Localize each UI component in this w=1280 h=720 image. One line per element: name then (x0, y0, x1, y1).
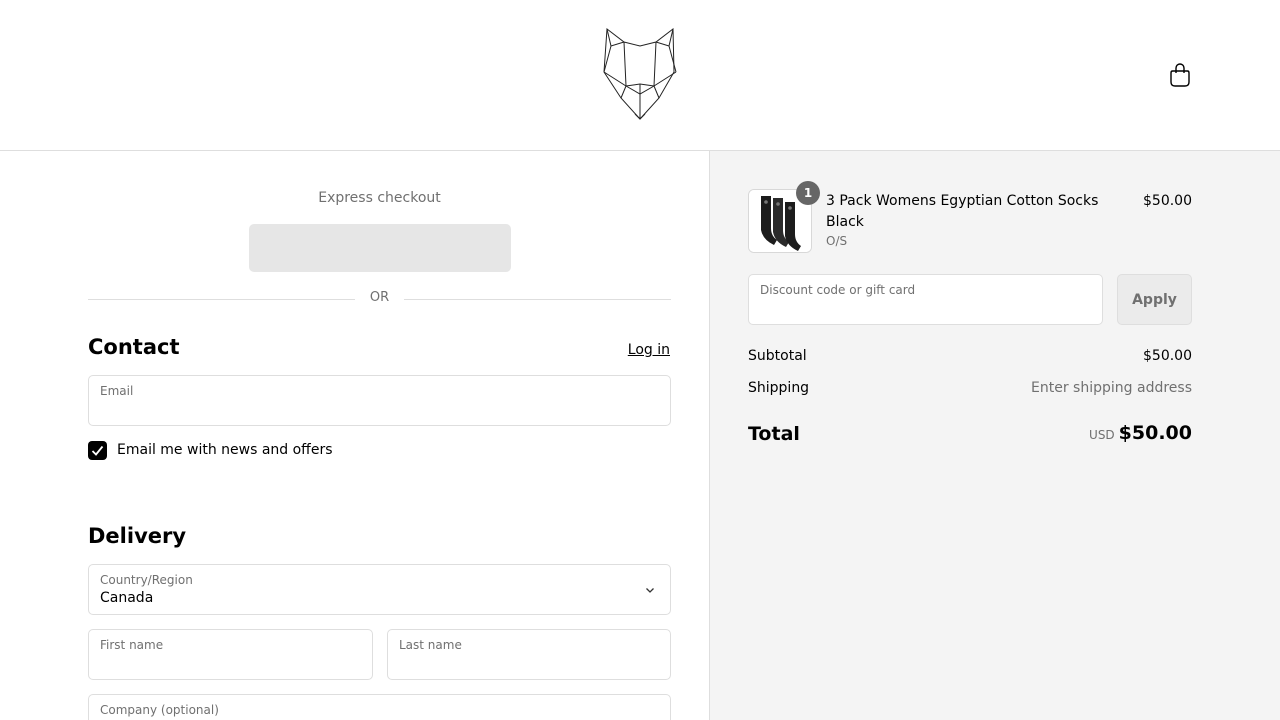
divider-line-right (404, 299, 671, 300)
site-header (0, 0, 1280, 151)
product-variant: O/S (826, 234, 848, 248)
currency-code: USD (1089, 428, 1115, 442)
express-checkout-title: Express checkout (318, 190, 441, 206)
quantity-badge: 1 (796, 181, 820, 205)
subtotal-value: $50.00 (1143, 348, 1192, 364)
last-name-label: Last name (399, 638, 462, 652)
checkmark-icon (91, 445, 104, 456)
chevron-down-icon (646, 588, 654, 593)
wolf-head-logo[interactable] (602, 26, 678, 124)
product-name: 3 Pack Womens Egyptian Cotton Socks Blac… (826, 193, 1099, 230)
company-label: Company (optional) (100, 703, 219, 717)
product-price: $50.00 (1143, 193, 1192, 209)
discount-code-field[interactable]: Discount code or gift card (748, 274, 1103, 325)
first-name-field[interactable]: First name (88, 629, 373, 680)
total-value: $50.00 (1118, 422, 1192, 444)
email-field[interactable]: Email (88, 375, 671, 426)
delivery-heading: Delivery (88, 524, 187, 548)
express-checkout-button[interactable] (249, 224, 511, 272)
shopping-bag-icon[interactable] (1168, 62, 1192, 88)
company-field[interactable]: Company (optional) (88, 694, 671, 720)
country-label: Country/Region (100, 573, 193, 587)
country-select[interactable]: Country/Region Canada (88, 564, 671, 615)
checkout-form-panel: Express checkout OR Contact Log in Email… (0, 151, 710, 720)
order-summary-panel: 1 3 Pack Womens Egyptian Cotton Socks Bl… (710, 151, 1280, 720)
first-name-label: First name (100, 638, 164, 652)
or-text: OR (369, 290, 390, 305)
last-name-field[interactable]: Last name (387, 629, 671, 680)
or-divider: OR (88, 290, 671, 308)
shipping-label: Shipping (748, 380, 810, 396)
newsletter-checkbox[interactable] (88, 441, 107, 460)
login-link[interactable]: Log in (628, 342, 670, 358)
contact-heading: Contact (88, 335, 180, 359)
newsletter-label[interactable]: Email me with news and offers (117, 442, 333, 458)
total-label: Total (748, 423, 800, 445)
subtotal-label: Subtotal (748, 348, 807, 364)
divider-line-left (88, 299, 355, 300)
total-amount: USD $50.00 (1089, 422, 1192, 444)
apply-discount-button[interactable]: Apply (1117, 274, 1192, 325)
email-label: Email (100, 384, 134, 398)
shipping-value: Enter shipping address (1031, 380, 1192, 396)
country-value: Canada (100, 590, 154, 606)
discount-label: Discount code or gift card (760, 283, 916, 297)
